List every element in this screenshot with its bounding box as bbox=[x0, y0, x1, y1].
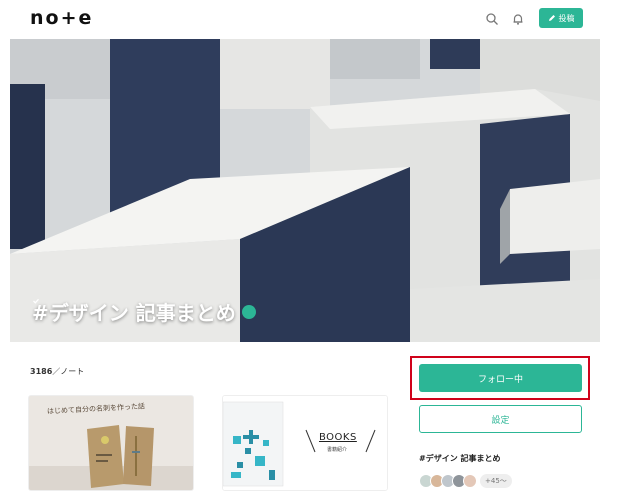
books-heading: BOOKS bbox=[319, 432, 357, 443]
post-button-label: 投稿 bbox=[558, 13, 575, 23]
pencil-icon bbox=[548, 15, 555, 21]
magazine-cover-image: #デザイン 記事まとめ bbox=[10, 39, 600, 342]
bell-icon[interactable] bbox=[511, 12, 525, 26]
followers-more-count[interactable]: +45〜 bbox=[480, 474, 512, 488]
follow-button[interactable]: フォロー中 bbox=[419, 364, 582, 392]
settings-button[interactable]: 設定 bbox=[419, 405, 582, 433]
note-count-unit: ノート bbox=[60, 367, 85, 376]
magazine-title-text: #デザイン 記事まとめ bbox=[32, 301, 236, 325]
top-header: no+e 投稿 bbox=[0, 0, 618, 38]
books-subheading: 書籍紹介 bbox=[327, 447, 348, 453]
search-icon[interactable] bbox=[485, 12, 499, 26]
post-button[interactable]: 投稿 bbox=[539, 8, 583, 28]
note-logo[interactable]: no+e bbox=[30, 7, 93, 29]
note-count-number: 3186 bbox=[30, 367, 53, 376]
magazine-title: #デザイン 記事まとめ bbox=[32, 297, 256, 326]
article-card[interactable]: BOOKS 書籍紹介 bbox=[222, 395, 388, 491]
article-card[interactable]: はじめて自分の名刺を作った話 bbox=[28, 395, 194, 491]
verified-check-icon bbox=[33, 298, 256, 319]
note-count: 3186／ノート bbox=[30, 366, 84, 377]
book-cover-photo bbox=[223, 396, 387, 490]
magazine-name[interactable]: #デザイン 記事まとめ bbox=[419, 453, 501, 464]
avatar[interactable] bbox=[463, 474, 477, 488]
follower-avatars[interactable]: +45〜 bbox=[419, 472, 512, 490]
